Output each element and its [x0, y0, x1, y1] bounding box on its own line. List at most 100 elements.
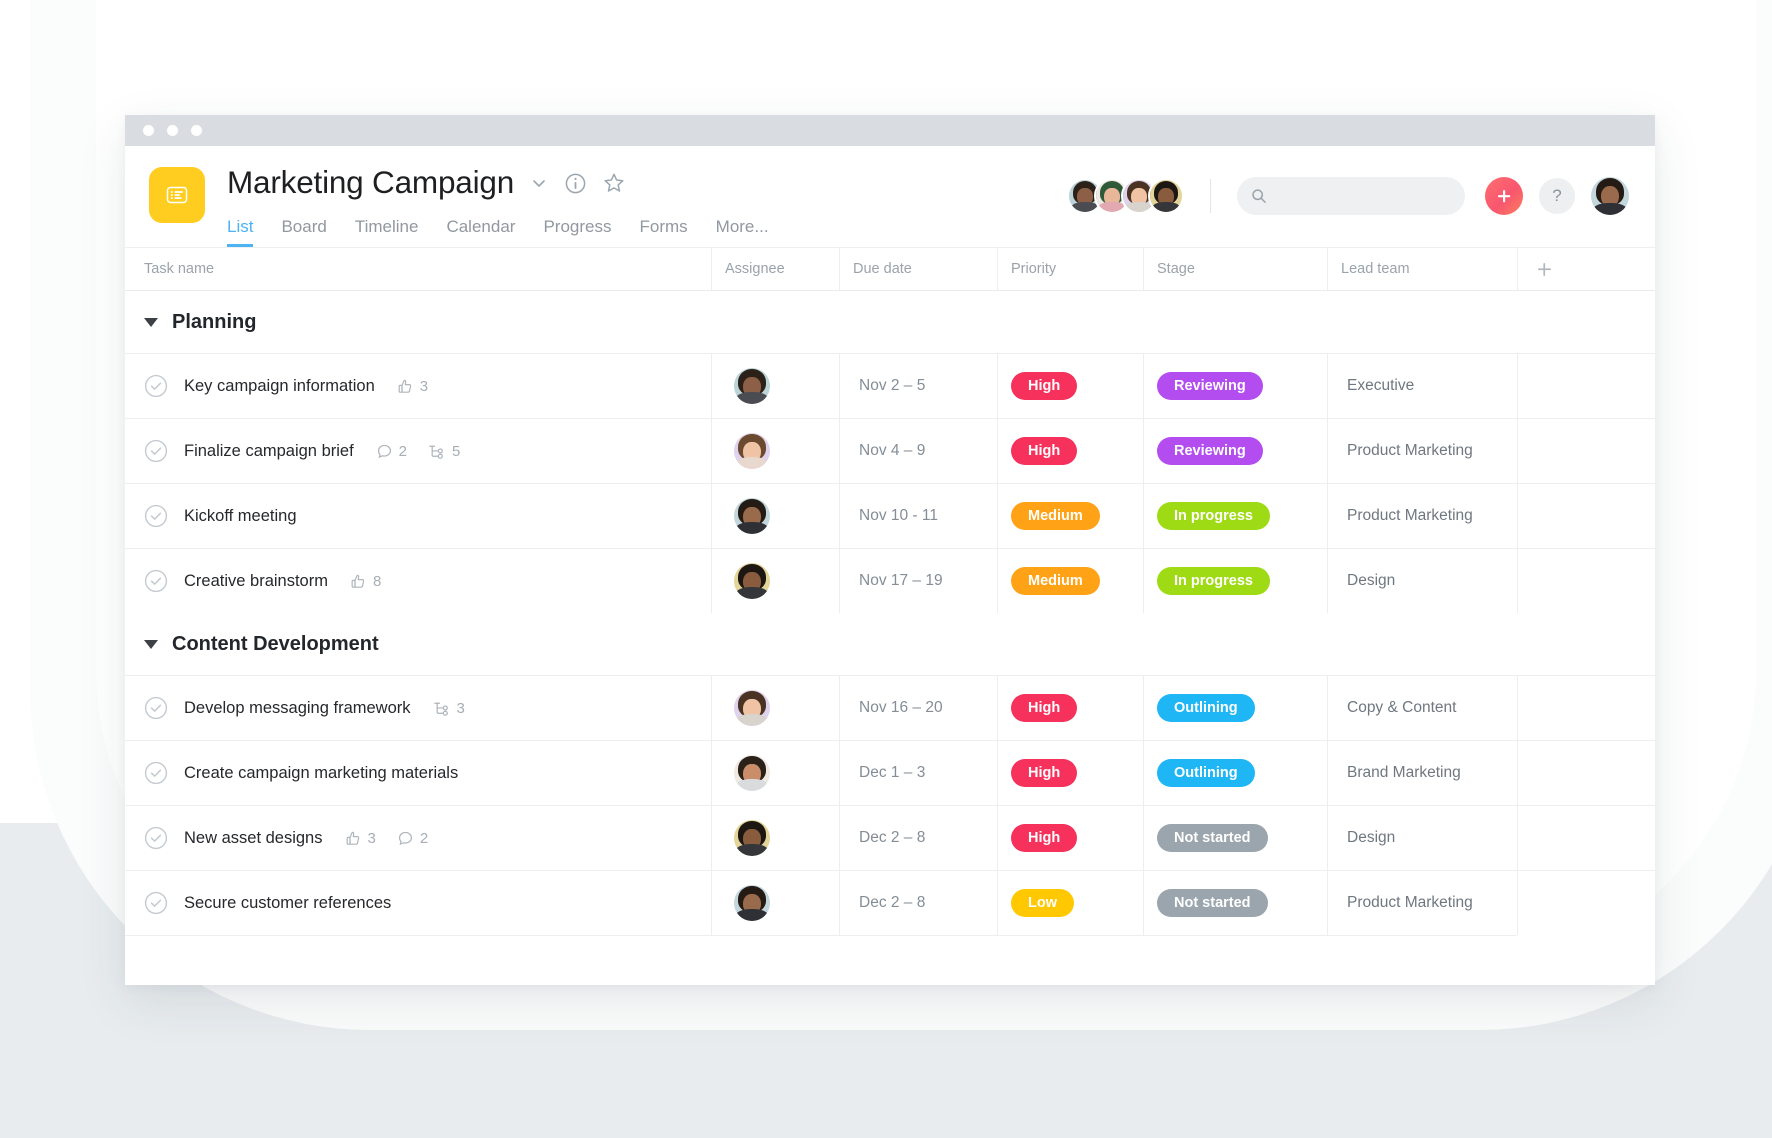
column-header-task-name[interactable]: Task name — [125, 248, 711, 290]
column-header-lead-team[interactable]: Lead team — [1327, 248, 1517, 290]
cell-lead-team[interactable]: Executive — [1327, 354, 1517, 418]
collapse-caret-icon[interactable] — [144, 317, 158, 327]
cell-lead-team[interactable]: Copy & Content — [1327, 676, 1517, 740]
column-header-due-date[interactable]: Due date — [839, 248, 997, 290]
cell-lead-team[interactable]: Product Marketing — [1327, 871, 1517, 935]
cell-assignee[interactable] — [711, 741, 839, 805]
cell-priority[interactable]: High — [997, 806, 1143, 870]
assignee-avatar[interactable] — [734, 820, 770, 856]
priority-badge[interactable]: High — [1011, 759, 1078, 787]
tab-more[interactable]: More... — [716, 218, 769, 247]
tab-timeline[interactable]: Timeline — [355, 218, 419, 247]
cell-priority[interactable]: Low — [997, 871, 1143, 935]
tab-forms[interactable]: Forms — [639, 218, 687, 247]
cell-stage[interactable]: Outlining — [1143, 741, 1327, 805]
stage-badge[interactable]: Reviewing — [1157, 372, 1263, 400]
cell-assignee[interactable] — [711, 419, 839, 483]
tab-calendar[interactable]: Calendar — [446, 218, 515, 247]
cell-lead-team[interactable]: Product Marketing — [1327, 484, 1517, 548]
cell-stage[interactable]: Outlining — [1143, 676, 1327, 740]
cell-due-date[interactable]: Nov 16 – 20 — [839, 676, 997, 740]
table-row[interactable]: Create campaign marketing materials Dec … — [125, 740, 1655, 805]
cell-due-date[interactable]: Dec 2 – 8 — [839, 871, 997, 935]
window-close-button[interactable] — [143, 125, 154, 136]
cell-priority[interactable]: High — [997, 741, 1143, 805]
task-complete-checkbox[interactable] — [144, 891, 168, 915]
cell-due-date[interactable]: Dec 1 – 3 — [839, 741, 997, 805]
help-button[interactable]: ? — [1539, 178, 1575, 214]
task-complete-checkbox[interactable] — [144, 696, 168, 720]
assignee-avatar[interactable] — [734, 755, 770, 791]
comment-count[interactable]: 2 — [376, 443, 407, 460]
cell-lead-team[interactable]: Design — [1327, 549, 1517, 613]
like-count[interactable]: 3 — [345, 830, 376, 847]
section-header[interactable]: Content Development — [125, 613, 1655, 675]
assignee-avatar[interactable] — [734, 433, 770, 469]
priority-badge[interactable]: Low — [1011, 889, 1074, 917]
stage-badge[interactable]: Not started — [1157, 824, 1268, 852]
assignee-avatar[interactable] — [734, 563, 770, 599]
stage-badge[interactable]: In progress — [1157, 567, 1270, 595]
cell-assignee[interactable] — [711, 354, 839, 418]
cell-stage[interactable]: In progress — [1143, 484, 1327, 548]
cell-lead-team[interactable]: Brand Marketing — [1327, 741, 1517, 805]
cell-stage[interactable]: In progress — [1143, 549, 1327, 613]
assignee-avatar[interactable] — [734, 885, 770, 921]
table-row[interactable]: Kickoff meeting Nov 10 - 11 Medium In pr… — [125, 483, 1655, 548]
tab-board[interactable]: Board — [281, 218, 326, 247]
cell-assignee[interactable] — [711, 806, 839, 870]
column-header-priority[interactable]: Priority — [997, 248, 1143, 290]
task-complete-checkbox[interactable] — [144, 439, 168, 463]
priority-badge[interactable]: High — [1011, 694, 1078, 722]
cell-stage[interactable]: Reviewing — [1143, 419, 1327, 483]
project-icon[interactable] — [149, 167, 205, 223]
avatar[interactable] — [1148, 178, 1184, 214]
cell-due-date[interactable]: Nov 2 – 5 — [839, 354, 997, 418]
stage-badge[interactable]: In progress — [1157, 502, 1270, 530]
like-count[interactable]: 3 — [397, 378, 428, 395]
task-complete-checkbox[interactable] — [144, 504, 168, 528]
cell-assignee[interactable] — [711, 484, 839, 548]
priority-badge[interactable]: High — [1011, 372, 1078, 400]
account-avatar[interactable] — [1591, 177, 1629, 215]
column-header-stage[interactable]: Stage — [1143, 248, 1327, 290]
cell-assignee[interactable] — [711, 549, 839, 613]
table-row[interactable]: Develop messaging framework 3 Nov 16 – 2… — [125, 675, 1655, 740]
column-header-assignee[interactable]: Assignee — [711, 248, 839, 290]
cell-due-date[interactable]: Nov 4 – 9 — [839, 419, 997, 483]
tab-progress[interactable]: Progress — [543, 218, 611, 247]
subtask-count[interactable]: 5 — [428, 443, 460, 460]
search-field[interactable] — [1237, 177, 1465, 215]
task-complete-checkbox[interactable] — [144, 826, 168, 850]
section-header[interactable]: Planning — [125, 291, 1655, 353]
stage-badge[interactable]: Outlining — [1157, 759, 1255, 787]
tab-list[interactable]: List — [227, 218, 254, 247]
cell-priority[interactable]: High — [997, 676, 1143, 740]
stage-badge[interactable]: Outlining — [1157, 694, 1255, 722]
cell-due-date[interactable]: Nov 17 – 19 — [839, 549, 997, 613]
cell-priority[interactable]: Medium — [997, 549, 1143, 613]
cell-priority[interactable]: High — [997, 419, 1143, 483]
table-row[interactable]: Creative brainstorm 8 Nov 17 – 19 Medium… — [125, 548, 1655, 613]
table-row[interactable]: Finalize campaign brief 2 5 Nov 4 – 9 Hi… — [125, 418, 1655, 483]
star-icon[interactable] — [602, 171, 626, 195]
cell-assignee[interactable] — [711, 676, 839, 740]
assignee-avatar[interactable] — [734, 690, 770, 726]
task-complete-checkbox[interactable] — [144, 374, 168, 398]
table-row[interactable]: Key campaign information 3 Nov 2 – 5 Hig… — [125, 353, 1655, 418]
table-row[interactable]: Secure customer references Dec 2 – 8 Low… — [125, 870, 1655, 935]
like-count[interactable]: 8 — [350, 573, 381, 590]
cell-priority[interactable]: High — [997, 354, 1143, 418]
assignee-avatar[interactable] — [734, 498, 770, 534]
stage-badge[interactable]: Not started — [1157, 889, 1268, 917]
add-column-button[interactable] — [1517, 248, 1655, 290]
priority-badge[interactable]: High — [1011, 824, 1078, 852]
info-circle-icon[interactable] — [564, 172, 587, 195]
priority-badge[interactable]: Medium — [1011, 567, 1100, 595]
search-input[interactable] — [1275, 188, 1451, 204]
task-complete-checkbox[interactable] — [144, 761, 168, 785]
subtask-count[interactable]: 3 — [433, 700, 465, 717]
collapse-caret-icon[interactable] — [144, 639, 158, 649]
cell-lead-team[interactable]: Product Marketing — [1327, 419, 1517, 483]
add-task-button[interactable] — [1485, 177, 1523, 215]
